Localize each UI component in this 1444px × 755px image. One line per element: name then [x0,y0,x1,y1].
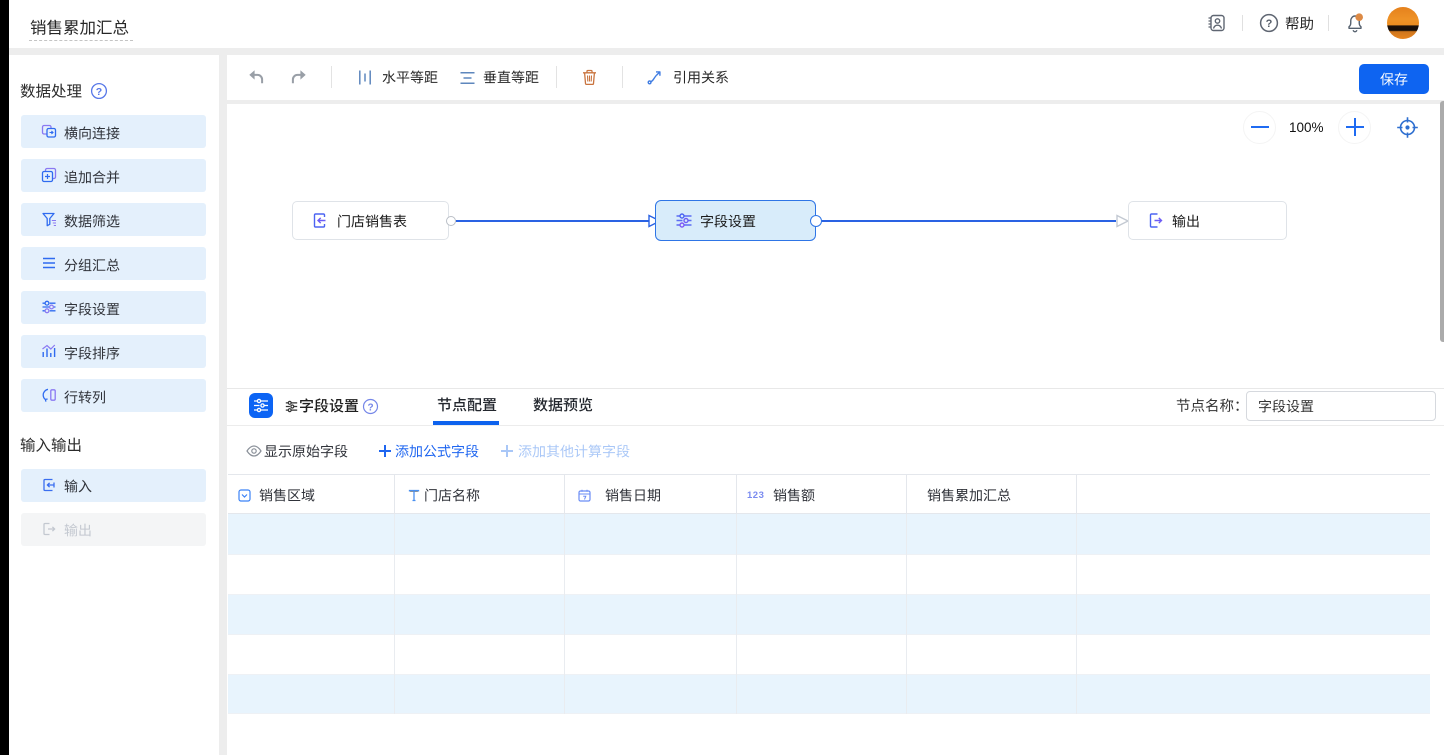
svg-text:?: ? [367,402,373,413]
svg-text:?: ? [96,86,102,98]
svg-text:?: ? [1266,18,1273,30]
